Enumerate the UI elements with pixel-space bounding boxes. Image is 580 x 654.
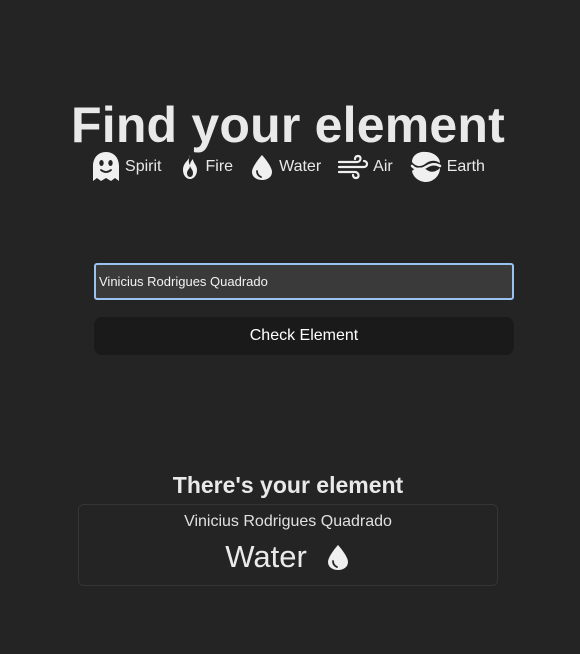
page-title: Find your element (70, 96, 505, 153)
element-item-fire: Fire (178, 153, 234, 181)
element-label-earth: Earth (446, 158, 485, 175)
water-drop-icon (252, 155, 273, 180)
wind-icon (338, 154, 369, 180)
element-item-spirit: Spirit (91, 151, 162, 183)
result-element-label: Water (225, 539, 307, 574)
element-item-water: Water (249, 153, 321, 181)
element-item-earth: Earth (409, 150, 485, 184)
ghost-icon (93, 152, 120, 181)
element-label-water: Water (279, 158, 322, 175)
result-name: Vinicius Rodrigues Quadrado (184, 513, 392, 530)
result-heading: There's your element (172, 472, 404, 499)
element-item-air: Air (337, 153, 393, 181)
element-label-spirit: Spirit (125, 158, 162, 175)
element-label-fire: Fire (205, 158, 234, 175)
result-card: Vinicius Rodrigues Quadrado Water (78, 504, 498, 586)
element-list: Spirit Fire Water Air Earth (0, 150, 576, 184)
fire-icon (182, 155, 197, 179)
name-input[interactable] (94, 263, 514, 300)
result-element: Water (79, 539, 497, 575)
water-drop-icon (327, 545, 348, 570)
element-label-air: Air (373, 158, 393, 175)
check-element-button[interactable]: Check Element (94, 317, 514, 355)
earth-waves-icon (410, 151, 441, 182)
